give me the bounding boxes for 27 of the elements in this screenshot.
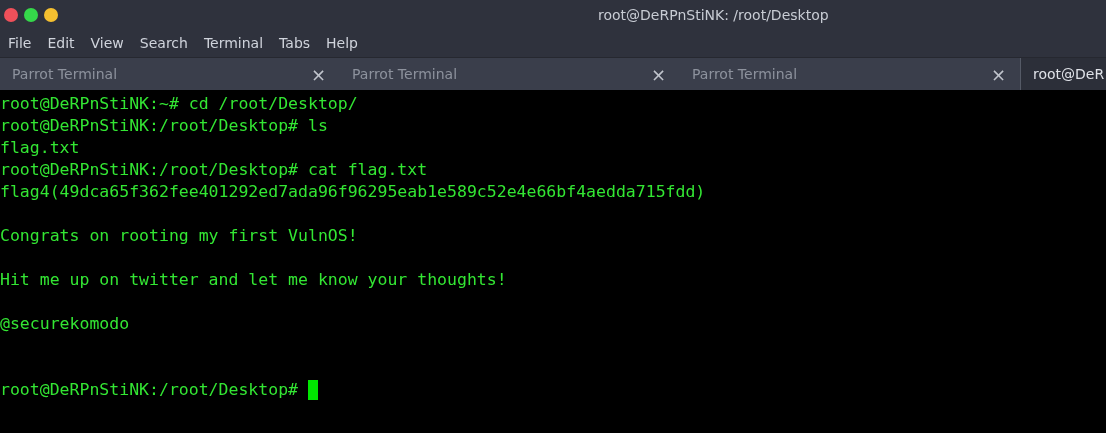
maximize-window-button[interactable] [24, 8, 38, 22]
tab[interactable]: root@DeR [1020, 58, 1106, 90]
close-icon[interactable]: × [310, 60, 326, 88]
terminal-line: flag.txt [0, 137, 80, 159]
terminal-line: flag4(49dca65f362fee401292ed7ada96f96295eab1e589c52e4e66bf4aedda715fdd) [0, 181, 706, 203]
terminal-line: Hit me up on twitter and let me know your thoughts! [0, 269, 507, 291]
terminal-line: Congrats on rooting my first VulnOS! [0, 225, 358, 247]
menu-item[interactable]: File [8, 33, 32, 54]
menu-item[interactable]: Search [139, 33, 188, 54]
menu-item[interactable]: Help [326, 33, 358, 54]
terminal-line: root@DeRPnStiNK:/root/Desktop# [0, 379, 298, 401]
terminal-line: root@DeRPnStiNK:~# cd /root/Desktop/ [0, 93, 358, 115]
minimize-window-button[interactable] [44, 8, 58, 22]
terminal-line: root@DeRPnStiNK:/root/Desktop# cat flag.txt [0, 159, 428, 181]
menu-item[interactable]: Terminal [203, 33, 264, 54]
menu-item[interactable]: View [90, 33, 124, 54]
close-icon[interactable]: × [990, 60, 1006, 88]
menu-item[interactable]: Edit [47, 33, 75, 54]
menu-item[interactable]: Tabs [279, 33, 311, 54]
terminal-line: @securekomodo [0, 313, 130, 335]
terminal-line: root@DeRPnStiNK:/root/Desktop# ls [0, 115, 328, 137]
close-icon[interactable]: × [650, 60, 666, 88]
close-window-button[interactable] [4, 8, 18, 22]
tab[interactable]: Parrot Terminal × [340, 58, 680, 90]
tab[interactable]: Parrot Terminal × [0, 58, 340, 90]
window-title: root@DeRPnStiNK: /root/Desktop [598, 6, 829, 25]
tab[interactable]: Parrot Terminal × [680, 58, 1020, 90]
